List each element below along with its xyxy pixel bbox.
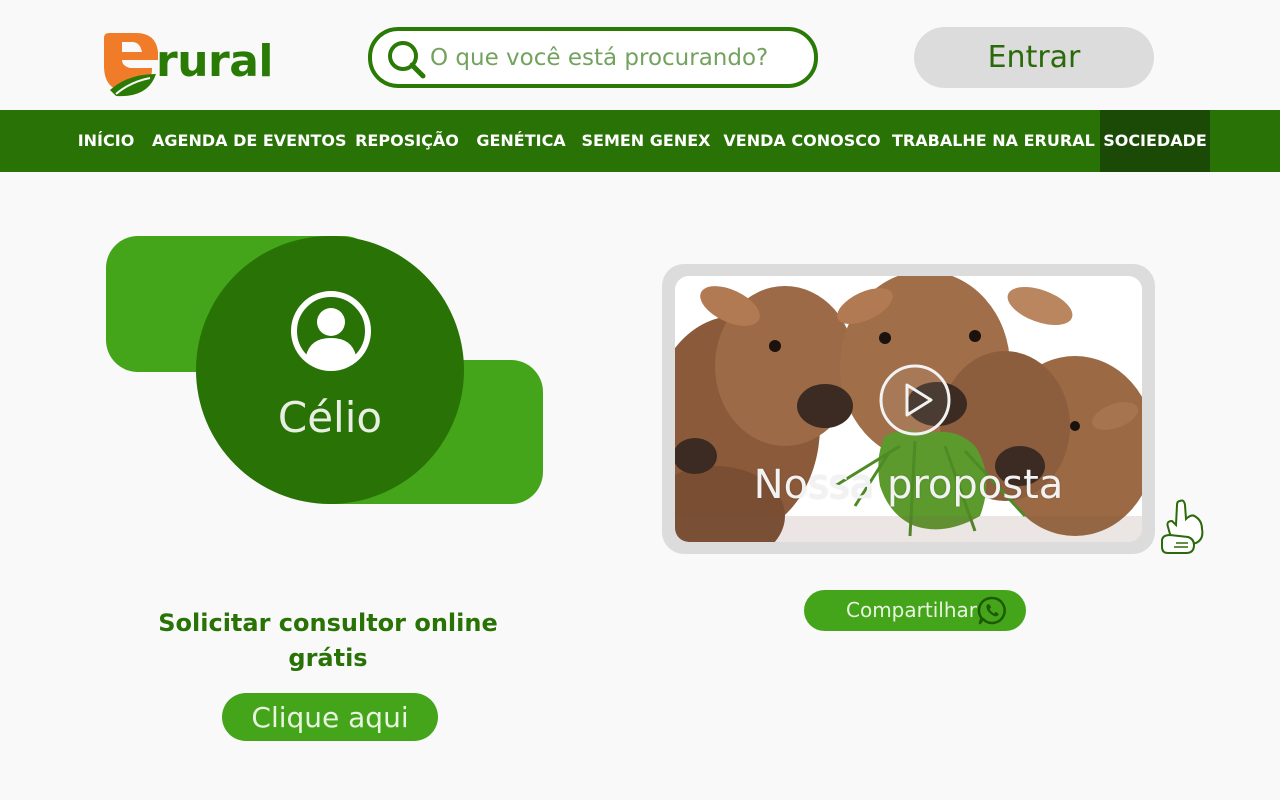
request-consultant-button[interactable]: Clique aqui: [222, 693, 438, 741]
search-icon[interactable]: [386, 39, 426, 79]
logo-text: rural: [156, 36, 274, 87]
consultant-name: Célio: [277, 393, 383, 442]
nav-item-inicio[interactable]: INÍCIO: [70, 110, 142, 172]
site-header: rural Entrar: [0, 0, 1280, 110]
nav-item-trabalhe-na-erural[interactable]: TRABALHE NA ERURAL: [892, 110, 1095, 172]
login-button[interactable]: Entrar: [914, 27, 1154, 88]
share-button[interactable]: Compartilhar: [804, 590, 1026, 631]
play-icon[interactable]: [878, 363, 952, 437]
user-circle-icon: [291, 291, 371, 371]
consultant-cta-text: Solicitar consultor online grátis: [158, 609, 498, 672]
search-bar[interactable]: [368, 27, 818, 88]
nav-item-sociedade[interactable]: SOCIEDADE: [1100, 110, 1210, 172]
main-nav: INÍCIO AGENDA DE EVENTOS REPOSIÇÃO GENÉT…: [0, 110, 1280, 172]
libras-hands-icon[interactable]: [1158, 497, 1210, 557]
nav-item-semen-genex[interactable]: SEMEN GENEX: [580, 110, 712, 172]
nav-item-reposicao[interactable]: REPOSIÇÃO: [352, 110, 462, 172]
whatsapp-icon: [977, 596, 1006, 625]
video-title: Nossa proposta: [753, 462, 1064, 508]
search-input[interactable]: [430, 31, 800, 84]
video-player[interactable]: Nossa proposta: [675, 276, 1142, 542]
nav-item-venda-conosco[interactable]: VENDA CONOSCO: [722, 110, 882, 172]
share-label: Compartilhar: [846, 598, 977, 622]
nav-item-agenda-de-eventos[interactable]: AGENDA DE EVENTOS: [152, 110, 347, 172]
nav-item-genetica[interactable]: GENÉTICA: [472, 110, 570, 172]
